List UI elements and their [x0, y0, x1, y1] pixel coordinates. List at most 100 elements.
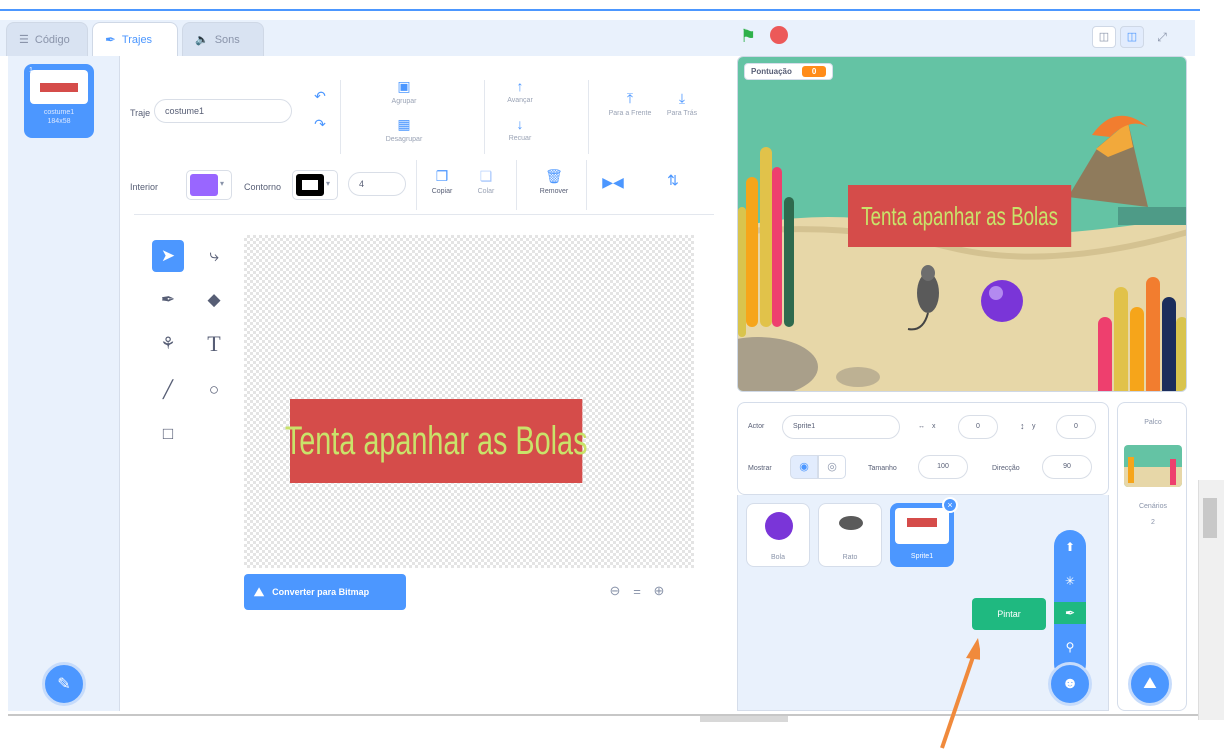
paint-sprite-button[interactable]: ✒ [1054, 602, 1086, 624]
ungroup-button[interactable]: ▦ Desagrupar [374, 116, 434, 143]
tab-costumes-label: Trajes [121, 33, 153, 46]
convert-bitmap-label: Converter para Bitmap [272, 587, 370, 597]
text-icon: T [207, 331, 221, 356]
window-bottom-edge [8, 714, 1198, 716]
back-button[interactable]: ⤓ Para Trás [660, 90, 704, 117]
reshape-tool[interactable]: ⤷ [198, 240, 230, 272]
fill-tool[interactable]: ⚘ [152, 328, 184, 360]
stage[interactable]: Pontuação 0 Tenta apanhar as Bolas [737, 56, 1187, 392]
outline-color-picker[interactable]: ▾ [292, 170, 338, 200]
green-flag-icon[interactable]: ⚑ [740, 26, 756, 47]
tab-costumes[interactable]: ✒ Trajes [92, 22, 178, 56]
paste-icon: ❏ [479, 168, 493, 184]
fill-color-picker[interactable]: ▾ [186, 170, 232, 200]
costume-item-size: 184x58 [47, 118, 71, 125]
group-button[interactable]: ▣ Agrupar [374, 78, 434, 105]
choose-backdrop-button[interactable]: ⛰ [1128, 662, 1172, 706]
rectangle-icon: □ [162, 424, 174, 443]
score-label: Pontuação [751, 67, 792, 76]
large-stage-button[interactable]: ◫ [1120, 26, 1144, 48]
convert-bitmap-button[interactable]: ⛰ Converter para Bitmap [244, 574, 406, 610]
sprite-tile-bola[interactable]: Bola [746, 503, 810, 567]
undo-button[interactable]: ↶ [306, 88, 334, 108]
y-label: y [1032, 423, 1036, 430]
size-input[interactable]: 100 [918, 455, 968, 479]
text-tool[interactable]: T [198, 328, 230, 360]
image-icon: ⛰ [254, 584, 265, 599]
upload-icon: ⬆ [1064, 540, 1076, 554]
vertical-scrollbar[interactable] [1198, 480, 1224, 720]
zoom-in-icon: ⊕ [653, 583, 665, 598]
zoom-in-button[interactable]: ⊕ [646, 578, 672, 604]
tab-code-label: Código [34, 33, 70, 46]
show-button[interactable]: ◉ [790, 455, 818, 479]
x-label: x [932, 423, 936, 430]
annotation-arrow [940, 638, 980, 749]
horizontal-scroll-thumb[interactable] [700, 716, 788, 722]
arrow-down-icon: ↓ [516, 116, 524, 132]
sparkle-icon: ✳ [1064, 574, 1076, 588]
score-monitor[interactable]: Pontuação 0 [744, 63, 834, 80]
eraser-icon: ◆ [207, 290, 221, 309]
outline-width-input[interactable]: 4 [348, 172, 406, 196]
copy-button[interactable]: ❐ Copiar [422, 168, 462, 195]
surprise-sprite-button[interactable]: ✳ [1054, 570, 1086, 592]
undo-icon: ↶ [314, 88, 326, 104]
delete-sprite-icon[interactable]: × [942, 497, 958, 513]
redo-button[interactable]: ↷ [306, 116, 334, 136]
paint-tooltip: Pintar [972, 598, 1046, 630]
sprite-name: Rato [842, 554, 858, 561]
x-input[interactable]: 0 [958, 415, 998, 439]
search-sprite-button[interactable]: ⚲ [1054, 636, 1086, 658]
actor-name-input[interactable]: Sprite1 [782, 415, 900, 439]
paint-canvas[interactable]: Tenta apanhar as Bolas [244, 235, 694, 568]
paste-button[interactable]: ❏ Colar [466, 168, 506, 195]
costume-item-name: costume1 [43, 109, 75, 116]
zoom-reset-label: = [633, 583, 641, 599]
sprite-name: Sprite1 [910, 553, 934, 560]
stop-icon[interactable] [770, 26, 788, 44]
search-icon: ⚲ [1065, 640, 1075, 654]
front-button[interactable]: ⤒ Para a Frente [608, 90, 652, 117]
y-input[interactable]: 0 [1056, 415, 1096, 439]
sprite-add-menu: ⬆ ✳ ✒ ⚲ [1054, 530, 1086, 680]
tab-sounds[interactable]: 🔈 Sons [182, 22, 264, 56]
canvas-banner[interactable]: Tenta apanhar as Bolas [285, 399, 587, 483]
sprite-thumbnail [765, 512, 793, 540]
fill-label: Interior [130, 182, 159, 192]
flip-horizontal-icon: ▶◀ [602, 174, 624, 190]
hide-button[interactable]: ◎ [818, 455, 846, 479]
redo-icon: ↷ [314, 116, 326, 132]
upload-sprite-button[interactable]: ⬆ [1054, 536, 1086, 558]
delete-button[interactable]: 🗑 Remover [530, 168, 578, 195]
flip-vertical-button[interactable]: ⇅ [658, 172, 688, 192]
rectangle-tool[interactable]: □ [152, 418, 184, 450]
costume-name-input[interactable]: costume1 [154, 99, 292, 123]
choose-costume-button[interactable]: ✎ [42, 662, 86, 706]
sprite-tile-rato[interactable]: Rato [818, 503, 882, 567]
size-label: Tamanho [868, 465, 897, 472]
line-tool[interactable]: ╱ [152, 374, 184, 406]
flip-horizontal-button[interactable]: ▶◀ [598, 174, 628, 194]
costume-item[interactable]: 1 costume1 184x58 [24, 64, 94, 138]
forward-button[interactable]: ↑ Avançar [490, 78, 550, 104]
fullscreen-icon[interactable]: ⤢ [1150, 26, 1174, 48]
select-tool[interactable]: ➤ [152, 240, 184, 272]
direction-input[interactable]: 90 [1042, 455, 1092, 479]
show-label: Mostrar [748, 465, 772, 472]
sprite-thumbnail [895, 508, 949, 544]
sprite-tile-sprite1[interactable]: Sprite1 × [890, 497, 958, 567]
paint-bucket-icon: ⚘ [160, 334, 176, 353]
circle-tool[interactable]: ○ [198, 374, 230, 406]
backward-button[interactable]: ↓ Recuar [490, 116, 550, 142]
brush-icon: ✒ [105, 31, 116, 47]
eraser-tool[interactable]: ◆ [198, 284, 230, 316]
tab-code[interactable]: ☰ Código [6, 22, 88, 56]
stage-pane-title: Palco [1144, 419, 1162, 426]
x-arrows-icon: ↔ [918, 423, 925, 430]
direction-label: Direcção [992, 465, 1020, 472]
choose-sprite-button[interactable]: ☻ [1048, 662, 1092, 706]
brush-tool[interactable]: ✒ [152, 284, 184, 316]
cursor-arrow-icon: ➤ [160, 246, 176, 265]
small-stage-button[interactable]: ◫ [1092, 26, 1116, 48]
